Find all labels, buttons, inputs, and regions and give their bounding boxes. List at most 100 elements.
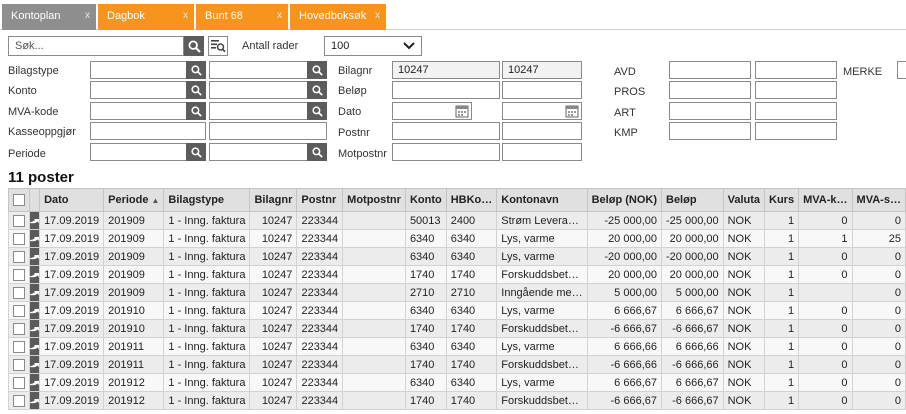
belop-from-field[interactable] [392,81,500,99]
table-row[interactable]: 17.09.2019 201912 1 - Inng. faktura 10247 22… [8,373,906,392]
periode-2-search-button[interactable] [307,143,327,161]
tab-close-icon[interactable]: x [183,4,188,28]
mva-kode-search-button[interactable] [186,102,206,120]
dato-from-field[interactable] [392,102,472,120]
konto-search-button[interactable] [186,81,206,99]
table-row[interactable]: 17.09.2019 201909 1 - Inng. faktura 10247 22… [8,283,906,302]
header-dato[interactable]: Dato [39,188,105,212]
header-postnr[interactable]: Postnr [296,188,344,212]
select-all-header[interactable] [8,188,31,212]
header-valuta[interactable]: Valuta [722,188,766,212]
tab-close-icon[interactable]: x [85,4,90,28]
bilagnr-to-field[interactable]: 10247 [502,61,582,79]
row-open-button[interactable] [29,337,41,356]
row-checkbox[interactable] [13,304,25,317]
header-mva-sats[interactable]: MVA-s… [851,188,906,212]
table-row[interactable]: 17.09.2019 201910 1 - Inng. faktura 10247 22… [8,319,906,338]
mva-kode-field[interactable] [90,102,206,120]
row-checkbox[interactable] [13,214,25,227]
bilagstype-2-search-button[interactable] [307,61,327,79]
row-open-button[interactable] [29,355,41,374]
row-open-button[interactable] [29,319,41,338]
row-checkbox[interactable] [13,268,25,281]
row-select-cell[interactable] [8,265,31,284]
row-checkbox[interactable] [13,376,25,389]
art-to-field[interactable] [755,102,837,120]
periode-search-button[interactable] [186,143,206,161]
header-mva-kode[interactable]: MVA-k… [798,188,853,212]
row-open-button[interactable] [29,229,41,248]
kmp-to-field[interactable] [755,122,837,140]
periode-field[interactable] [90,143,206,161]
bilagstype-field[interactable] [90,61,206,79]
row-checkbox[interactable] [13,250,25,263]
row-checkbox[interactable] [13,358,25,371]
postnr-from-field[interactable] [392,122,500,140]
header-konto[interactable]: Konto [404,188,447,212]
row-checkbox[interactable] [13,394,25,407]
avd-to-field[interactable] [755,61,837,79]
row-open-button[interactable] [29,211,41,230]
row-select-cell[interactable] [8,229,31,248]
motpostnr-from-field[interactable] [392,143,500,161]
row-open-button[interactable] [29,265,41,284]
periode-field-2[interactable] [209,143,327,161]
row-checkbox[interactable] [13,322,25,335]
row-open-button[interactable] [29,373,41,392]
kasseoppgjor-field-2[interactable] [209,122,327,140]
header-belop-nok[interactable]: Beløp (NOK) [586,188,663,212]
tab-dagbok[interactable]: Dagbok x [98,4,194,30]
tab-hovedboksok[interactable]: Hovedboksøk x [290,4,386,30]
bilagstype-field-2[interactable] [209,61,327,79]
tab-kontoplan[interactable]: Kontoplan x [2,4,96,30]
row-open-button[interactable] [29,301,41,320]
table-row[interactable]: 17.09.2019 201911 1 - Inng. faktura 10247 22… [8,355,906,374]
header-hbkonto[interactable]: HBKo… [445,188,498,212]
table-row[interactable]: 17.09.2019 201909 1 - Inng. faktura 10247 22… [8,247,906,266]
row-select-cell[interactable] [8,355,31,374]
row-select-cell[interactable] [8,211,31,230]
belop-to-field[interactable] [502,81,582,99]
table-row[interactable]: 17.09.2019 201910 1 - Inng. faktura 10247 22… [8,301,906,320]
bilagnr-from-field[interactable]: 10247 [392,61,500,79]
search-button[interactable] [184,36,204,56]
row-select-cell[interactable] [8,319,31,338]
pros-from-field[interactable] [669,81,751,99]
art-from-field[interactable] [669,102,751,120]
tab-close-icon[interactable]: x [375,4,380,28]
header-belop[interactable]: Beløp [661,188,724,212]
calendar-icon[interactable] [565,104,579,118]
konto-field[interactable] [90,81,206,99]
table-row[interactable]: 17.09.2019 201912 1 - Inng. faktura 10247 22… [8,391,906,410]
table-row[interactable]: 17.09.2019 201911 1 - Inng. faktura 10247 22… [8,337,906,356]
table-row[interactable]: 17.09.2019 201909 1 - Inng. faktura 10247 22… [8,265,906,284]
row-select-cell[interactable] [8,373,31,392]
row-select-cell[interactable] [8,391,31,410]
mva-kode-2-search-button[interactable] [307,102,327,120]
header-bilagstype[interactable]: Bilagstype [163,188,251,212]
header-kontonavn[interactable]: Kontonavn [496,188,588,212]
kmp-from-field[interactable] [669,122,751,140]
row-open-button[interactable] [29,247,41,266]
mva-kode-field-2[interactable] [209,102,327,120]
row-open-button[interactable] [29,391,41,410]
pros-to-field[interactable] [755,81,837,99]
advanced-search-button[interactable] [208,36,228,56]
row-select-cell[interactable] [8,337,31,356]
dato-to-field[interactable] [502,102,582,120]
tab-close-icon[interactable]: x [277,4,282,28]
select-all-checkbox[interactable] [13,194,25,207]
postnr-to-field[interactable] [502,122,582,140]
merke-field[interactable] [897,61,906,79]
row-select-cell[interactable] [8,247,31,266]
row-checkbox[interactable] [13,340,25,353]
header-periode[interactable]: Periode ▲ [103,188,165,212]
row-select-cell[interactable] [8,301,31,320]
header-motpostnr[interactable]: Motpostnr [342,188,406,212]
motpostnr-to-field[interactable] [502,143,582,161]
header-kurs[interactable]: Kurs [764,188,800,212]
avd-from-field[interactable] [669,61,751,79]
row-select-cell[interactable] [8,283,31,302]
bilagstype-search-button[interactable] [186,61,206,79]
row-open-button[interactable] [29,283,41,302]
